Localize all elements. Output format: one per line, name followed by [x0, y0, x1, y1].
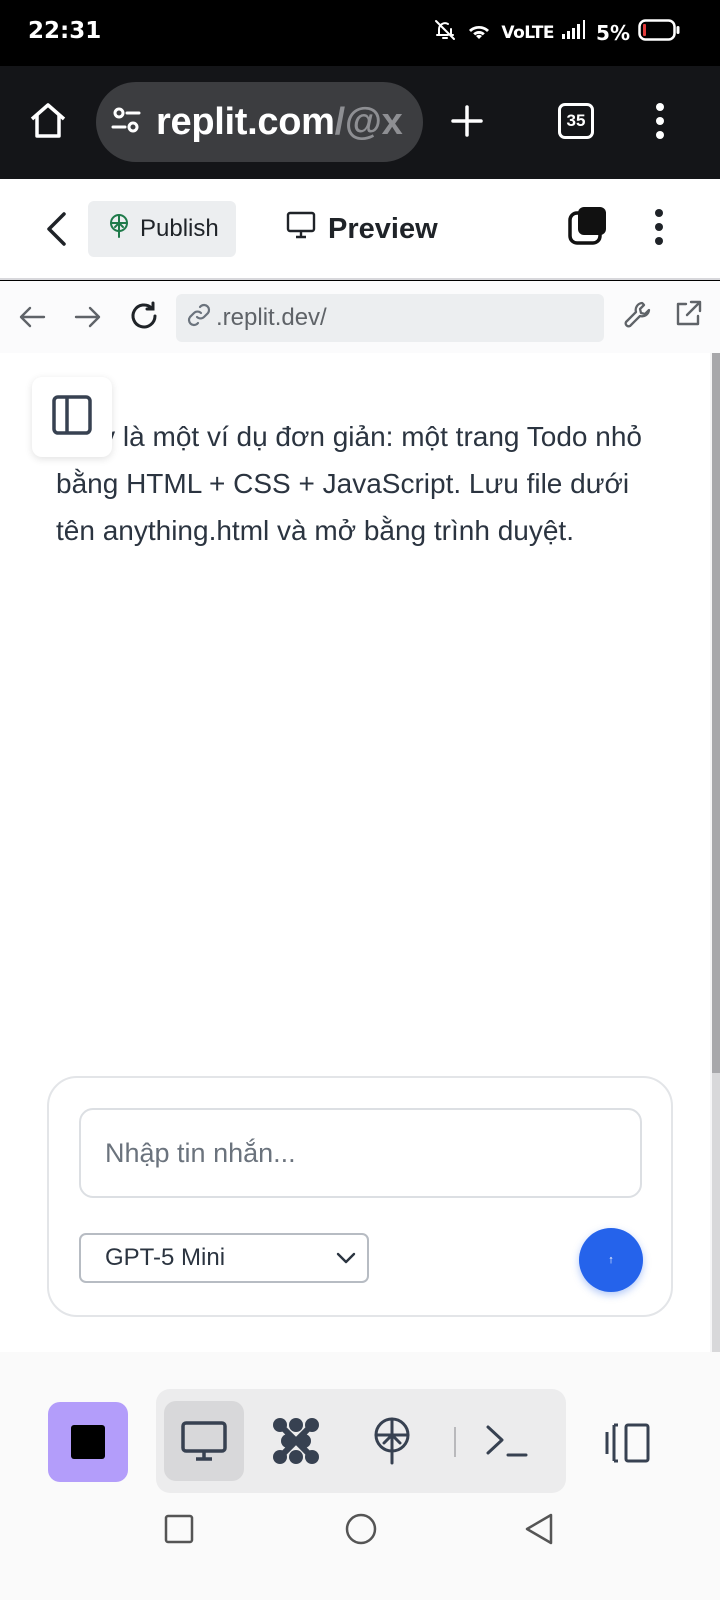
preview-url-field[interactable]: .replit.dev/ — [176, 294, 604, 342]
url-path: /@x — [334, 100, 403, 143]
browser-menu-icon[interactable] — [655, 102, 665, 145]
home-icon[interactable] — [28, 100, 68, 145]
send-button[interactable]: ↑ — [579, 1228, 643, 1292]
tab-count-button[interactable]: 35 — [558, 103, 594, 139]
status-icons: VoLTE 5% — [433, 18, 680, 48]
new-tab-icon[interactable] — [450, 104, 484, 143]
chevron-down-icon — [335, 1244, 357, 1272]
devtools-wrench-icon[interactable] — [622, 299, 654, 336]
url-domain: replit.com — [156, 100, 335, 143]
recents-icon[interactable] — [164, 1514, 194, 1549]
stop-icon — [71, 1425, 105, 1459]
preview-url-text: .replit.dev/ — [216, 304, 327, 331]
nav-back-icon[interactable] — [18, 303, 46, 336]
link-icon — [186, 302, 212, 335]
model-select-value: GPT-5 Mini — [105, 1244, 226, 1271]
battery-percent: 5% — [596, 21, 630, 45]
sidebar-icon — [51, 394, 93, 441]
back-triangle-icon[interactable] — [524, 1512, 554, 1551]
mute-icon — [433, 18, 457, 48]
assistant-message: i đây là một ví dụ đơn giản: một trang T… — [56, 421, 642, 546]
wifi-icon — [465, 18, 493, 48]
browser-toolbar: replit.com/@x 35 — [0, 66, 720, 179]
publish-button[interactable]: Publish — [88, 201, 236, 257]
back-chevron-icon[interactable] — [44, 211, 70, 252]
bottom-toolbar — [0, 1352, 720, 1500]
android-navbar — [0, 1500, 720, 1600]
network-icon[interactable] — [270, 1415, 322, 1472]
nav-forward-icon[interactable] — [74, 303, 102, 336]
chat-composer: GPT-5 Mini ↑ — [47, 1076, 673, 1317]
send-arrow-icon: ↑ — [608, 1254, 614, 1266]
monitor-icon — [286, 211, 316, 247]
reload-icon[interactable] — [128, 300, 160, 337]
open-external-icon[interactable] — [673, 299, 703, 334]
desktop-icon — [180, 1420, 228, 1467]
more-options-icon[interactable] — [654, 208, 664, 251]
browser-url: replit.com/@x — [156, 100, 403, 144]
signal-icon — [562, 20, 588, 46]
tool-divider — [454, 1427, 456, 1457]
app-header: Publish Preview — [0, 179, 720, 280]
status-bar: 22:31 VoLTE 5% — [0, 0, 720, 66]
preview-content: i đây là một ví dụ đơn giản: một trang T… — [0, 353, 720, 1352]
browser-address-bar[interactable]: replit.com/@x — [96, 82, 423, 162]
publish-icon — [108, 213, 130, 246]
preview-label: Preview — [328, 212, 438, 245]
model-select[interactable]: GPT-5 Mini — [79, 1233, 369, 1283]
tabs-switcher-icon[interactable] — [568, 205, 608, 250]
terminal-icon[interactable] — [484, 1423, 528, 1464]
status-time: 22:31 — [28, 18, 102, 44]
preview-tab[interactable]: Preview — [286, 201, 438, 257]
site-settings-icon[interactable] — [110, 104, 142, 141]
publish-globe-icon[interactable] — [370, 1417, 414, 1470]
message-input[interactable] — [79, 1108, 642, 1198]
sidebar-toggle-button[interactable] — [32, 377, 112, 457]
battery-icon — [638, 19, 680, 47]
preview-navbar: .replit.dev/ — [0, 281, 720, 353]
publish-label: Publish — [140, 215, 219, 242]
scrollbar-thumb[interactable] — [712, 353, 720, 1073]
layout-icon[interactable] — [604, 1422, 652, 1469]
stop-button[interactable] — [48, 1402, 128, 1482]
volte-label: VoLTE — [501, 23, 555, 43]
home-circle-icon[interactable] — [344, 1512, 378, 1551]
tool-switcher — [156, 1389, 566, 1493]
preview-page: i đây là một ví dụ đơn giản: một trang T… — [0, 353, 710, 1352]
